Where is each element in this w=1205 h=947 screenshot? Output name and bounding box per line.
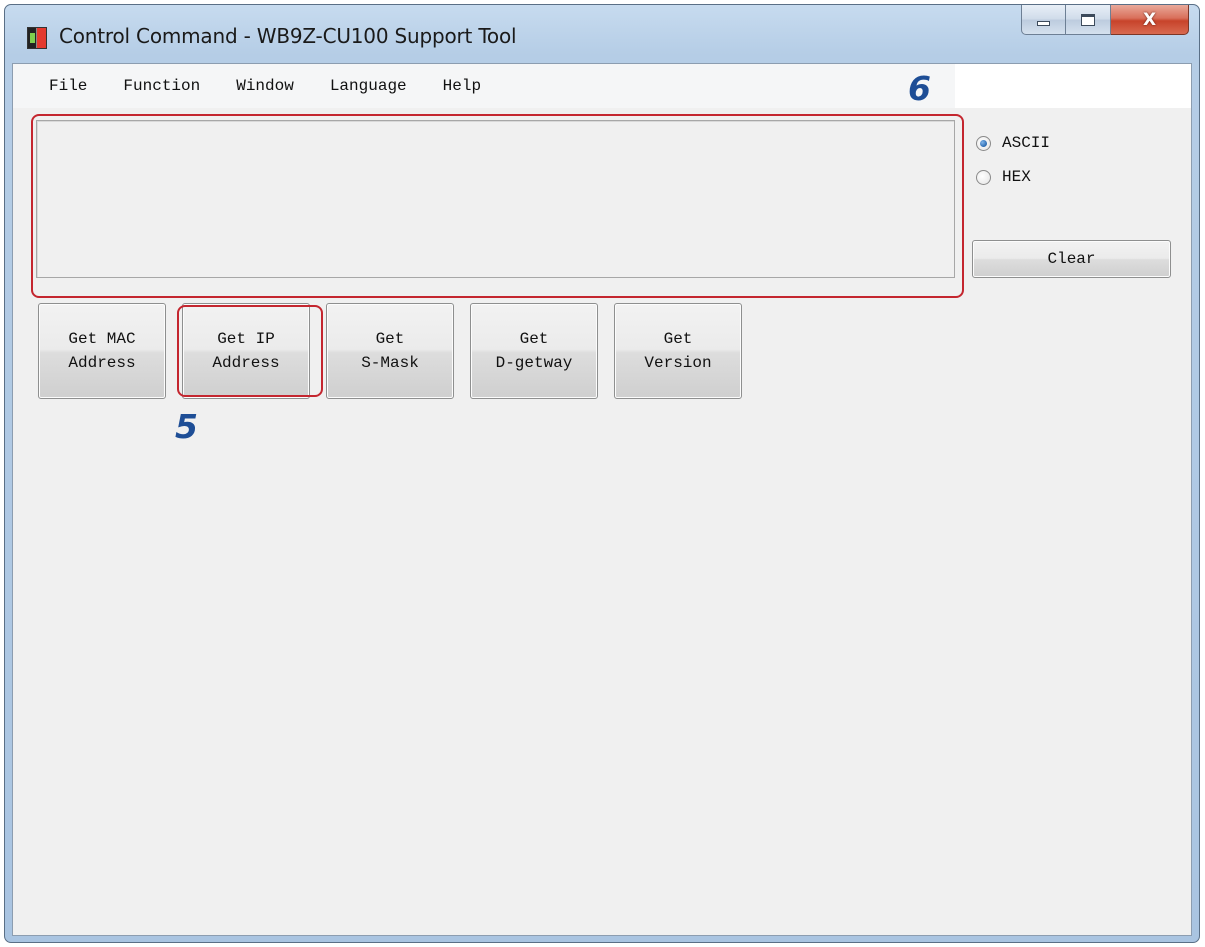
minimize-button[interactable] [1021,5,1066,35]
radio-ascii[interactable] [976,135,991,151]
get-default-gateway-button[interactable]: Get D-getway [470,303,598,399]
clear-button[interactable]: Clear [972,240,1171,278]
minimize-icon [1037,21,1050,26]
radio-hex-row[interactable]: HEX [976,160,1050,194]
menu-language[interactable]: Language [330,75,407,97]
close-icon: X [1142,9,1157,30]
close-button[interactable]: X [1111,5,1189,35]
display-format-group: ASCII HEX [976,126,1050,194]
menu-bar: File Function Window Language Help [13,64,1191,108]
app-icon[interactable] [27,27,47,49]
get-version-button[interactable]: Get Version [614,303,742,399]
menu-file[interactable]: File [49,75,87,97]
app-window: Control Command - WB9Z-CU100 Support Too… [4,4,1200,943]
window-title: Control Command - WB9Z-CU100 Support Too… [59,24,517,48]
menu-help[interactable]: Help [443,75,481,97]
menu-bar-blank [955,64,1191,108]
get-mac-address-button[interactable]: Get MAC Address [38,303,166,399]
callout-number-6: 6 [908,69,931,108]
title-bar[interactable]: Control Command - WB9Z-CU100 Support Too… [5,5,1199,63]
menu-window[interactable]: Window [236,75,294,97]
client-area: File Function Window Language Help ASCII… [12,63,1192,936]
caption-buttons: X [1021,5,1189,35]
maximize-button[interactable] [1066,5,1111,35]
callout-number-5: 5 [175,407,198,446]
get-subnet-mask-button[interactable]: Get S-Mask [326,303,454,399]
radio-hex[interactable] [976,169,991,185]
radio-hex-label[interactable]: HEX [1002,168,1031,186]
maximize-icon [1081,13,1095,26]
response-output-area[interactable] [36,120,955,278]
get-ip-address-button[interactable]: Get IP Address [182,303,310,399]
radio-ascii-label[interactable]: ASCII [1002,134,1050,152]
menu-function[interactable]: Function [123,75,200,97]
radio-ascii-row[interactable]: ASCII [976,126,1050,160]
